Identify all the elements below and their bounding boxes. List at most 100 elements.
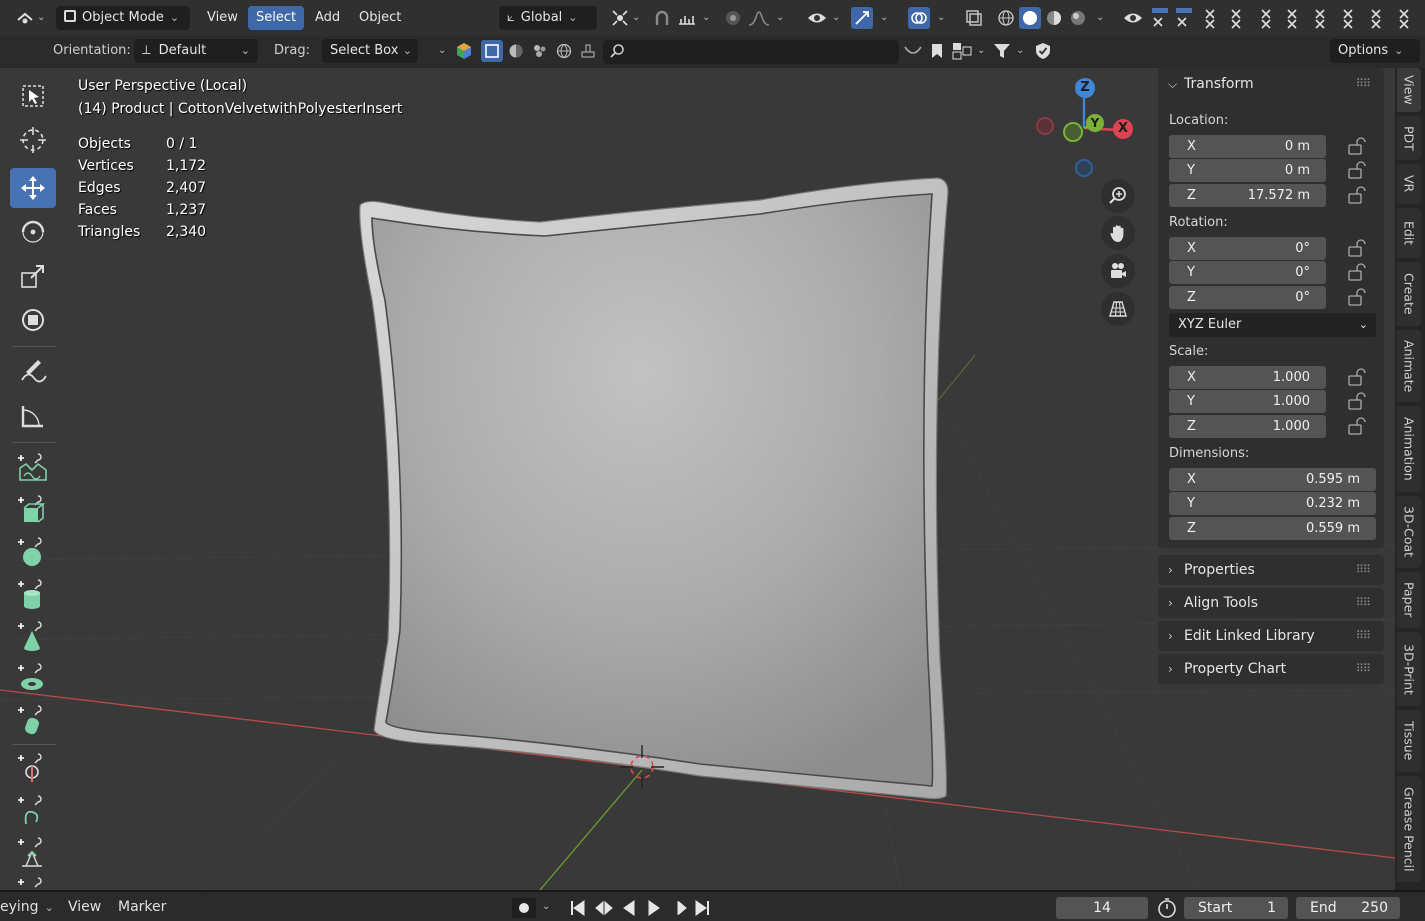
gizmo-caret-icon[interactable]: ⌄	[880, 12, 888, 23]
transform-tool[interactable]	[10, 300, 56, 340]
playback-dropdown[interactable]: eying ⌄	[0, 896, 54, 918]
shading-caret-icon[interactable]: ⌄	[1096, 12, 1104, 23]
search-input[interactable]	[603, 40, 899, 64]
add-empty-tool[interactable]	[10, 748, 56, 788]
align-tools-panel-header[interactable]: › Align Tools	[1168, 588, 1258, 618]
tab-tissue[interactable]: Tissue	[1397, 710, 1421, 772]
menu-select[interactable]: Select	[248, 6, 305, 30]
cursor-tool[interactable]	[10, 120, 56, 160]
drag-handle-icon[interactable]: ⠿⠿	[1356, 629, 1371, 642]
negative-y-axis-bubble[interactable]	[1063, 122, 1083, 142]
collapse-caret-icon[interactable]: ⌄	[438, 45, 446, 56]
scale-y-field[interactable]: Y 1.000	[1169, 390, 1326, 413]
tab-animation[interactable]: Animation	[1397, 406, 1421, 492]
filter-icon[interactable]	[991, 40, 1013, 62]
keying-caret-icon[interactable]: ⌄	[542, 901, 550, 912]
lock-icon[interactable]	[1347, 239, 1369, 259]
dimensions-y-field[interactable]: Y 0.232 m	[1169, 492, 1376, 515]
rotation-mode-dropdown[interactable]: XYZ Euler ⌄	[1169, 313, 1376, 337]
transform-panel-header[interactable]: ⌵ Transform	[1168, 69, 1254, 99]
zoom-icon[interactable]	[1101, 179, 1135, 213]
wireframe-shading-icon[interactable]	[995, 7, 1017, 29]
annotate-tool[interactable]	[10, 352, 56, 392]
add-cone-tool[interactable]	[10, 616, 56, 656]
lock-icon[interactable]	[1347, 263, 1369, 283]
lock-icon[interactable]	[1347, 186, 1369, 206]
properties-panel-header[interactable]: › Properties	[1168, 555, 1255, 585]
drag-dropdown[interactable]: Select Box ⌄	[322, 39, 418, 63]
drag-handle-icon[interactable]: ⠿⠿	[1356, 662, 1371, 675]
sphere-mode-icon[interactable]	[505, 40, 527, 62]
scale-z-field[interactable]: Z 1.000	[1169, 415, 1326, 438]
visibility-caret-icon[interactable]: ⌄	[832, 12, 840, 23]
options-dropdown[interactable]: Options ⌄	[1330, 39, 1420, 63]
lock-icon[interactable]	[1347, 417, 1369, 437]
tab-view[interactable]: View	[1397, 68, 1421, 112]
x-axis-bubble[interactable]: X	[1113, 119, 1133, 139]
pan-hand-icon[interactable]	[1101, 216, 1135, 250]
auto-keying-button[interactable]	[512, 898, 536, 918]
property-chart-panel-header[interactable]: › Property Chart	[1168, 654, 1286, 684]
lock-icon[interactable]	[1347, 161, 1369, 181]
select-box-tool[interactable]	[10, 76, 56, 116]
pivot-point-icon[interactable]	[609, 7, 631, 29]
negative-x-axis-bubble[interactable]	[1036, 117, 1054, 135]
move-tool[interactable]	[10, 168, 56, 208]
falloff-caret-icon[interactable]: ⌄	[776, 12, 784, 23]
lock-icon[interactable]	[1347, 288, 1369, 308]
transform-orientation-dropdown[interactable]: ⟀ Global ⌄	[499, 6, 597, 30]
scale-x-field[interactable]: X 1.000	[1169, 366, 1326, 389]
overlays-toggle-icon[interactable]	[908, 7, 930, 29]
tab-grease-pencil[interactable]: Grease Pencil	[1397, 776, 1421, 882]
pivot-caret-icon[interactable]: ⌄	[632, 12, 640, 23]
tab-paper[interactable]: Paper	[1397, 572, 1421, 628]
orientation-dropdown[interactable]: ⟂ Default ⌄	[134, 39, 258, 63]
proportional-editing-icon[interactable]	[722, 7, 744, 29]
camera-view-icon[interactable]	[1101, 254, 1135, 288]
menu-object[interactable]: Object	[351, 6, 409, 30]
solid-shading-icon[interactable]	[1019, 7, 1041, 29]
navigation-gizmo[interactable]: Z X Y	[1030, 76, 1140, 186]
end-frame-field[interactable]: End 250	[1296, 897, 1400, 919]
add-capsule-tool[interactable]	[10, 700, 56, 740]
align-tools-panel[interactable]: › Align Tools ⠿⠿	[1158, 588, 1384, 618]
select-mode-icon[interactable]	[481, 40, 503, 62]
location-x-field[interactable]: X 0 m	[1169, 135, 1326, 158]
xray-toggle-icon[interactable]	[963, 7, 985, 29]
add-plane-tool[interactable]	[10, 448, 56, 488]
properties-panel[interactable]: › Properties ⠿⠿	[1158, 555, 1384, 585]
dimensions-z-field[interactable]: Z 0.559 m	[1169, 517, 1376, 540]
scale-tool[interactable]	[10, 256, 56, 296]
menu-view[interactable]: View	[199, 6, 246, 30]
edit-linked-library-panel-header[interactable]: › Edit Linked Library	[1168, 621, 1315, 651]
rotation-z-field[interactable]: Z 0°	[1169, 286, 1326, 309]
mode-dropdown[interactable]: Object Mode ⌄	[56, 6, 190, 30]
location-y-field[interactable]: Y 0 m	[1169, 159, 1326, 182]
tab-pdt[interactable]: PDT	[1397, 116, 1421, 160]
add-cylinder-tool[interactable]	[10, 574, 56, 614]
color-cube-icon[interactable]	[453, 40, 475, 62]
tab-create[interactable]: Create	[1397, 262, 1421, 326]
display-mode-icon[interactable]	[951, 40, 973, 62]
stopwatch-icon[interactable]	[1156, 897, 1178, 921]
editor-type-icon[interactable]	[14, 7, 36, 29]
snap-target-icon[interactable]	[676, 7, 698, 29]
rotation-x-field[interactable]: X 0°	[1169, 237, 1326, 260]
current-frame-field[interactable]: 14	[1056, 897, 1148, 919]
tab-3d-print[interactable]: 3D-Print	[1397, 632, 1421, 706]
editor-type-caret-icon[interactable]: ⌄	[37, 12, 45, 23]
tab-edit[interactable]: Edit	[1397, 208, 1421, 258]
snap-caret-icon[interactable]: ⌄	[702, 12, 710, 23]
curve-toggle-icon[interactable]	[902, 40, 924, 62]
shield-check-icon[interactable]	[1032, 40, 1054, 62]
tab-vr[interactable]: VR	[1397, 164, 1421, 204]
tab-animate[interactable]: Animate	[1397, 330, 1421, 402]
add-cube-tool[interactable]	[10, 490, 56, 530]
rendered-shading-icon[interactable]	[1067, 7, 1089, 29]
rotation-y-field[interactable]: Y 0°	[1169, 261, 1326, 284]
property-chart-panel[interactable]: › Property Chart ⠿⠿	[1158, 654, 1384, 684]
visibility-eye-icon[interactable]	[806, 7, 828, 29]
edit-linked-library-panel[interactable]: › Edit Linked Library ⠿⠿	[1158, 621, 1384, 651]
z-axis-bubble[interactable]: Z	[1075, 78, 1095, 98]
add-more-tool[interactable]	[10, 874, 56, 890]
